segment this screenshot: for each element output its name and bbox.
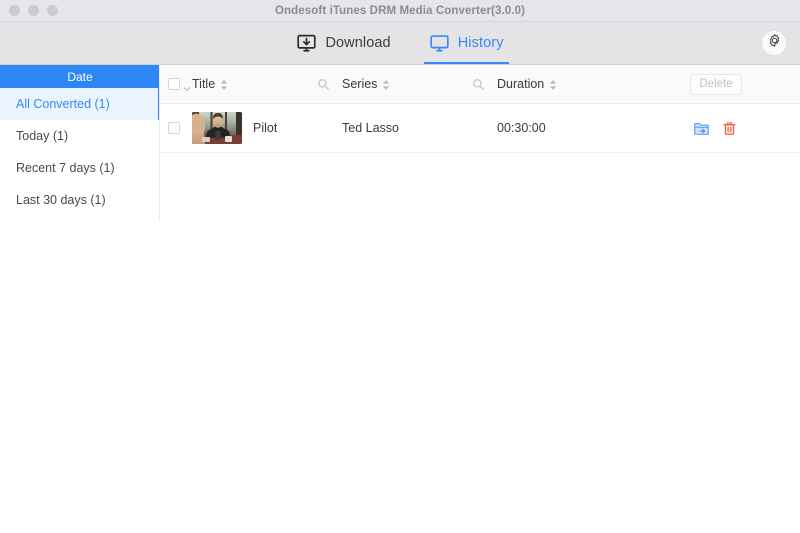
sidebar-item-all-converted[interactable]: All Converted (1): [0, 88, 160, 120]
delete-row-icon[interactable]: [719, 118, 739, 138]
sort-arrows-icon: [220, 78, 228, 90]
zoom-button[interactable]: [47, 5, 58, 16]
sidebar-item-label: Recent 7 days (1): [16, 161, 115, 175]
delete-button[interactable]: Delete: [690, 73, 742, 95]
sort-arrows-icon: [549, 78, 557, 90]
cell-duration: 00:30:00: [497, 121, 667, 135]
history-monitor-icon: [429, 33, 450, 54]
tab-bar: Download History: [294, 22, 509, 64]
row-select-cell: [160, 122, 192, 134]
sidebar-item-label: All Converted (1): [16, 97, 110, 111]
column-duration-label: Duration: [497, 77, 545, 91]
gear-icon: [767, 33, 782, 53]
cell-title: Pilot: [192, 112, 342, 144]
sidebar: Date All Converted (1) Today (1) Recent …: [0, 65, 160, 533]
tab-download-label: Download: [325, 35, 391, 51]
search-title-icon[interactable]: [317, 78, 330, 91]
sidebar-item-label: Last 30 days (1): [16, 193, 106, 207]
column-title: Title: [192, 77, 342, 91]
app-body: Date All Converted (1) Today (1) Recent …: [0, 65, 800, 533]
cell-duration-text: 00:30:00: [497, 121, 546, 135]
minimize-button[interactable]: [28, 5, 39, 16]
window-title: Ondesoft iTunes DRM Media Converter(3.0.…: [275, 4, 525, 17]
cell-title-text: Pilot: [253, 121, 278, 135]
column-actions: Delete: [667, 73, 800, 95]
sidebar-item-recent-7-days[interactable]: Recent 7 days (1): [0, 152, 160, 184]
cell-actions: [667, 118, 800, 138]
row-checkbox[interactable]: [168, 122, 180, 134]
title-bar: Ondesoft iTunes DRM Media Converter(3.0.…: [0, 0, 800, 22]
close-button[interactable]: [9, 5, 20, 16]
column-title-label: Title: [192, 77, 216, 91]
tab-history-label: History: [457, 35, 504, 51]
tab-history[interactable]: History: [423, 22, 509, 64]
sidebar-item-last-30-days[interactable]: Last 30 days (1): [0, 184, 160, 216]
tab-download[interactable]: Download: [294, 22, 392, 64]
column-title-sort[interactable]: Title: [192, 77, 228, 91]
search-series-icon[interactable]: [472, 78, 485, 91]
window-controls: [9, 0, 58, 21]
table-row[interactable]: Pilot Ted Lasso 00:30:00: [160, 104, 800, 153]
app-window: Ondesoft iTunes DRM Media Converter(3.0.…: [0, 0, 800, 533]
select-all-cell: [160, 78, 192, 91]
row-action-buttons: [691, 118, 739, 138]
video-thumbnail: [192, 112, 242, 144]
chevron-down-icon[interactable]: [183, 80, 191, 91]
table-header-row: Title Series Duration Delete: [160, 65, 800, 104]
history-table: Title Series Duration Delete Pilot Ted L…: [160, 65, 800, 533]
column-duration: Duration: [497, 77, 667, 91]
sort-arrows-icon: [382, 78, 390, 90]
sidebar-item-label: Today (1): [16, 129, 69, 143]
select-all-checkbox[interactable]: [168, 78, 180, 90]
column-duration-sort[interactable]: Duration: [497, 77, 557, 91]
column-series-label: Series: [342, 77, 378, 91]
cell-series-text: Ted Lasso: [342, 121, 399, 135]
column-series: Series: [342, 77, 497, 91]
download-monitor-icon: [296, 33, 317, 54]
sidebar-header: Date: [0, 65, 160, 88]
table-empty-area: [160, 153, 800, 533]
column-series-sort[interactable]: Series: [342, 77, 390, 91]
main-toolbar: Download History: [0, 22, 800, 65]
sidebar-item-today[interactable]: Today (1): [0, 120, 160, 152]
settings-button[interactable]: [761, 30, 787, 56]
open-folder-icon[interactable]: [691, 118, 711, 138]
cell-series: Ted Lasso: [342, 121, 497, 135]
